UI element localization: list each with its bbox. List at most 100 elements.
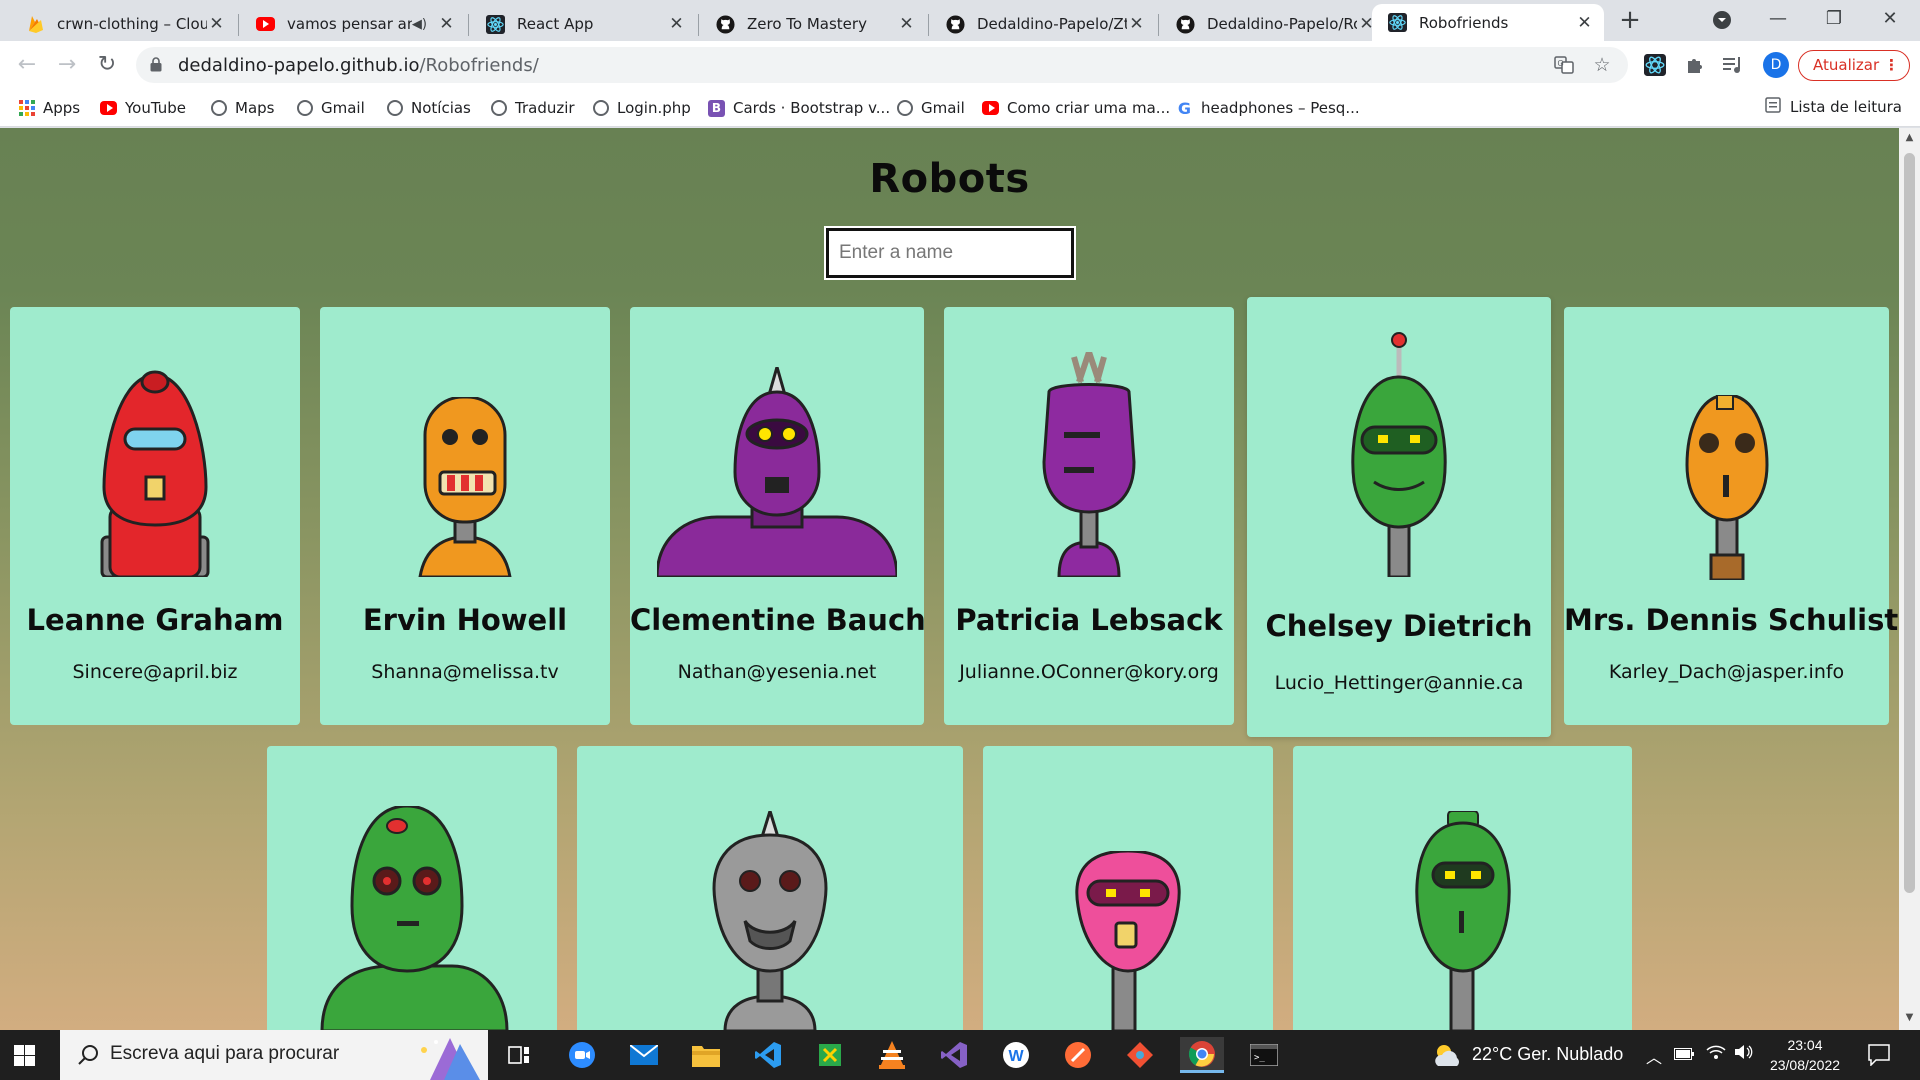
globe-icon <box>592 100 609 117</box>
new-tab-button[interactable]: + <box>1612 6 1648 36</box>
close-tab-icon[interactable]: ✕ <box>897 14 916 34</box>
tab-zero-to-mastery[interactable]: Zero To Mastery ✕ <box>700 7 926 41</box>
bookmark-youtube-video[interactable]: Como criar uma ma... <box>982 97 1170 119</box>
react-devtools-icon[interactable] <box>1642 52 1668 78</box>
taskbar-search-box[interactable]: Escreva aqui para procurar <box>60 1030 488 1080</box>
restore-button[interactable]: ❐ <box>1806 4 1862 34</box>
robot-card[interactable]: Leanne Graham Sincere@april.biz <box>10 307 300 725</box>
clock-time: 23:04 <box>1787 1037 1823 1053</box>
tab-github-robofriends[interactable]: Dedaldino-Papelo/Ro ✕ <box>1160 7 1386 41</box>
bookmark-label: Login.php <box>617 99 691 117</box>
vlc-icon[interactable] <box>870 1037 914 1073</box>
system-clock[interactable]: 23:04 23/08/2022 <box>1755 1035 1855 1075</box>
update-button[interactable]: Atualizar ⋮ <box>1798 50 1910 81</box>
back-button[interactable]: ← <box>13 51 41 79</box>
bookmark-star-icon[interactable]: ☆ <box>1592 55 1612 75</box>
robot-card[interactable]: Clementine Bauch Nathan@yesenia.net <box>630 307 926 725</box>
scrollbar-thumb[interactable] <box>1904 153 1915 893</box>
robot-card[interactable] <box>267 746 557 1030</box>
mail-app-icon[interactable] <box>622 1037 666 1073</box>
browser-toolbar: ← → ↻ dedaldino-papelo.github.io/Robofri… <box>0 41 1920 89</box>
bookmark-google-search[interactable]: G headphones – Pesq... <box>1176 97 1360 119</box>
visual-studio-icon[interactable] <box>932 1037 976 1073</box>
robot-card[interactable]: Ervin Howell Shanna@melissa.tv <box>320 307 610 725</box>
terminal-icon[interactable]: >_ <box>1242 1037 1286 1073</box>
bookmark-gmail-2[interactable]: Gmail <box>896 97 965 119</box>
wifi-icon[interactable] <box>1706 1044 1726 1065</box>
zoom-app-icon[interactable] <box>560 1037 604 1073</box>
robot-email: Nathan@yesenia.net <box>677 661 877 683</box>
tab-search-icon[interactable] <box>1694 4 1750 34</box>
robot-search-input[interactable] <box>826 228 1074 278</box>
bookmark-gmail[interactable]: Gmail <box>296 97 365 119</box>
robot-card[interactable]: Chelsey Dietrich Lucio_Hettinger@annie.c… <box>1247 297 1551 737</box>
battery-icon[interactable] <box>1674 1044 1694 1065</box>
chrome-app-icon[interactable] <box>1180 1037 1224 1073</box>
bookmark-label: Como criar uma ma... <box>1007 99 1171 117</box>
forward-button[interactable]: → <box>53 51 81 79</box>
volume-icon[interactable] <box>1734 1044 1754 1065</box>
tab-react-app[interactable]: React App ✕ <box>470 7 696 41</box>
bookmark-login[interactable]: Login.php <box>592 97 691 119</box>
file-explorer-icon[interactable] <box>684 1037 728 1073</box>
notifications-icon[interactable] <box>1868 1044 1890 1070</box>
svg-text:W: W <box>1008 1048 1024 1065</box>
reading-list[interactable]: Lista de leitura <box>1765 97 1902 117</box>
vscode-icon[interactable] <box>746 1037 790 1073</box>
tab-title: Zero To Mastery <box>747 15 867 33</box>
minimize-button[interactable]: — <box>1750 4 1806 34</box>
task-view-icon[interactable] <box>497 1037 541 1073</box>
translate-icon[interactable]: G <box>1554 55 1574 75</box>
windows-start-icon[interactable] <box>14 1045 35 1066</box>
bookmark-noticias[interactable]: Notícias <box>386 97 471 119</box>
scroll-down-icon[interactable]: ▼ <box>1904 1012 1915 1023</box>
bookmark-youtube[interactable]: YouTube <box>100 97 186 119</box>
tab-crwn-clothing[interactable]: crwn-clothing – Cloud ✕ <box>10 7 236 41</box>
robot-card[interactable] <box>577 746 963 1030</box>
bookmark-maps[interactable]: Maps <box>210 97 274 119</box>
tab-robofriends[interactable]: Robofriends ✕ <box>1372 4 1604 41</box>
bookmark-bootstrap-cards[interactable]: B Cards · Bootstrap v... <box>708 97 890 119</box>
lock-icon[interactable] <box>150 57 162 72</box>
url-text[interactable]: dedaldino-papelo.github.io/Robofriends/ <box>178 55 539 76</box>
close-window-button[interactable]: ✕ <box>1862 4 1918 34</box>
close-tab-icon[interactable]: ✕ <box>667 14 686 34</box>
close-tab-icon[interactable]: ✕ <box>1575 13 1594 33</box>
close-tab-icon[interactable]: ✕ <box>437 14 456 34</box>
bookmark-apps[interactable]: Apps <box>18 97 80 119</box>
snip-sketch-icon[interactable] <box>808 1037 852 1073</box>
weather-text[interactable]: 22°C Ger. Nublado <box>1472 1044 1623 1065</box>
robot-card[interactable]: Mrs. Dennis Schulist Karley_Dach@jasper.… <box>1564 307 1898 725</box>
address-bar[interactable]: dedaldino-papelo.github.io/Robofriends/ … <box>136 47 1628 83</box>
media-control-icon[interactable] <box>1720 52 1746 78</box>
clock-date: 23/08/2022 <box>1769 1057 1841 1073</box>
show-hidden-icons[interactable]: ︿ <box>1646 1044 1662 1068</box>
robot-avatar-icon <box>1351 332 1447 577</box>
tab-youtube-video[interactable]: vamos pensar ang ◀) ✕ <box>240 7 466 41</box>
robot-avatar-icon <box>1684 395 1769 580</box>
globe-icon <box>896 100 913 117</box>
reading-list-label: Lista de leitura <box>1789 98 1902 116</box>
tab-divider <box>928 14 929 36</box>
youtube-icon <box>100 100 117 117</box>
page-scrollbar[interactable]: ▲ ▼ <box>1899 128 1920 1030</box>
git-kraken-icon[interactable] <box>1118 1037 1162 1073</box>
page-title: Robots <box>869 156 1030 202</box>
speaker-icon[interactable]: ◀) <box>412 17 427 32</box>
tab-github-ztm[interactable]: Dedaldino-Papelo/Zt ✕ <box>930 7 1156 41</box>
robot-card[interactable] <box>1293 746 1632 1030</box>
more-menu-icon[interactable]: ⋮ <box>1884 51 1899 80</box>
robot-avatar-icon <box>100 370 210 577</box>
close-tab-icon[interactable]: ✕ <box>1127 14 1146 34</box>
scroll-up-icon[interactable]: ▲ <box>1904 132 1915 143</box>
robot-card[interactable] <box>983 746 1273 1030</box>
reload-button[interactable]: ↻ <box>93 51 121 79</box>
postman-icon[interactable] <box>1056 1037 1100 1073</box>
profile-avatar[interactable]: D <box>1763 52 1789 78</box>
extensions-puzzle-icon[interactable] <box>1682 52 1708 78</box>
word-app-icon[interactable]: W <box>994 1037 1038 1073</box>
robot-card[interactable]: Patricia Lebsack Julianne.OConner@kory.o… <box>944 307 1234 725</box>
close-tab-icon[interactable]: ✕ <box>207 14 226 34</box>
weather-icon[interactable] <box>1432 1042 1462 1072</box>
bookmark-traduzir[interactable]: Traduzir <box>490 97 575 119</box>
